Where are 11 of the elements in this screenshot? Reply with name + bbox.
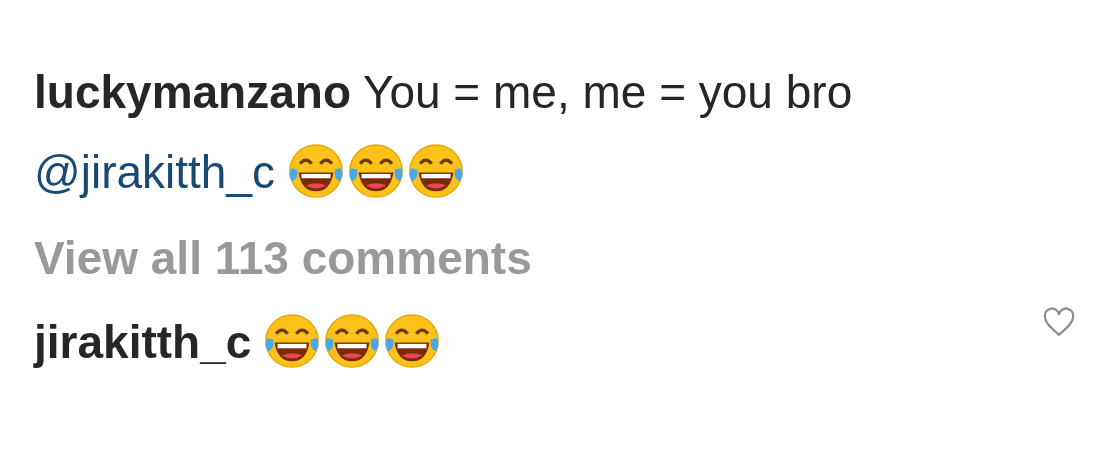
laughing-face-icon <box>323 312 382 370</box>
laughing-face-icon <box>383 312 442 370</box>
laughing-face-icon <box>407 142 465 200</box>
laughing-face-icon <box>287 142 345 200</box>
mention-link[interactable]: @jirakitth_c <box>34 146 275 198</box>
laughing-face-icon <box>347 142 405 200</box>
username-link[interactable]: luckymanzano <box>34 66 351 118</box>
username-link[interactable]: jirakitth_c <box>34 316 252 368</box>
heart-icon[interactable] <box>1042 305 1076 339</box>
laughing-face-icon <box>263 312 322 370</box>
caption-text: luckymanzano You = me, me = you bro @jirakitth_c <box>34 65 854 202</box>
